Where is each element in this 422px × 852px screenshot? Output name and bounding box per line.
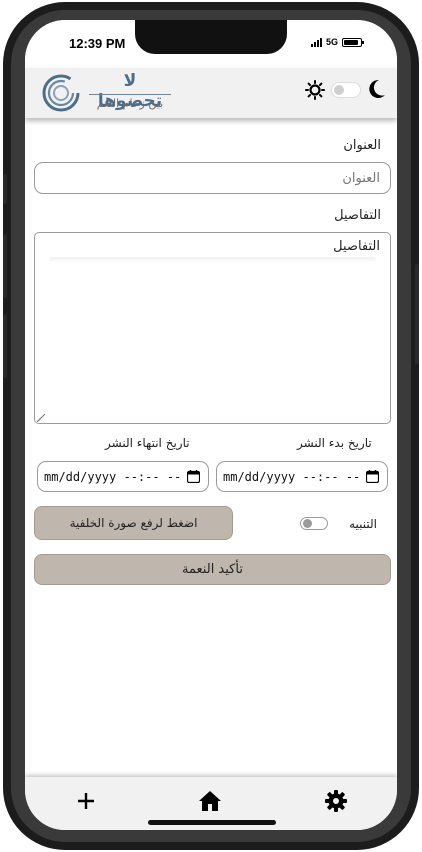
- power-button: [415, 264, 419, 364]
- logo-divider: [89, 94, 171, 95]
- title-label: العنوان: [343, 138, 381, 153]
- upload-background-button[interactable]: اضغط لرفع صورة الخلفية: [34, 506, 233, 540]
- alert-toggle-knob: [303, 519, 312, 528]
- plus-icon[interactable]: [74, 789, 98, 813]
- ring-logo-icon: [42, 74, 80, 112]
- moon-icon[interactable]: [367, 78, 387, 100]
- end-date-value: mm/dd/yyyy --:-- --: [44, 469, 182, 484]
- status-indicators: 5G: [311, 37, 365, 47]
- app-screen: 12:39 PM 5G لا تحصوها بين زحام النعم الع…: [25, 20, 397, 830]
- volume-down-button: [3, 314, 7, 378]
- battery-icon: [342, 37, 365, 47]
- end-date-input[interactable]: mm/dd/yyyy --:-- --: [37, 461, 209, 492]
- start-date-label: تاريخ بدء النشر: [297, 436, 372, 450]
- volume-up-button: [3, 234, 7, 298]
- details-placeholder: التفاصيل: [333, 239, 380, 254]
- resize-grip-icon[interactable]: [37, 414, 45, 422]
- theme-toggle-knob: [334, 85, 344, 95]
- title-input[interactable]: [34, 162, 391, 194]
- alert-toggle[interactable]: [300, 517, 328, 530]
- battery-level: [344, 39, 359, 45]
- home-icon[interactable]: [198, 789, 222, 813]
- details-textarea[interactable]: التفاصيل: [34, 232, 391, 424]
- confirm-button[interactable]: تأكيد النعمة: [34, 554, 391, 585]
- status-time: 12:39 PM: [69, 36, 126, 51]
- sun-icon[interactable]: [305, 80, 325, 100]
- theme-toggle[interactable]: [331, 82, 361, 98]
- end-date-label: تاريخ انتهاء النشر: [105, 436, 190, 450]
- notch: [135, 20, 287, 54]
- alert-label: التنبيه: [349, 517, 377, 531]
- details-label: التفاصيل: [334, 208, 381, 223]
- network-type: 5G: [326, 37, 339, 47]
- status-bar: 12:39 PM 5G: [25, 20, 397, 68]
- start-date-input[interactable]: mm/dd/yyyy --:-- --: [216, 461, 388, 492]
- app-header: لا تحصوها بين زحام النعم: [25, 68, 397, 118]
- textarea-shade: [49, 257, 376, 263]
- calendar-icon[interactable]: [187, 470, 200, 483]
- gear-icon[interactable]: [324, 789, 348, 813]
- signal-icon: [311, 37, 322, 47]
- logo-subtitle: بين زحام النعم: [96, 97, 164, 110]
- mute-switch: [3, 174, 7, 204]
- calendar-icon[interactable]: [366, 470, 379, 483]
- start-date-value: mm/dd/yyyy --:-- --: [223, 469, 361, 484]
- home-indicator[interactable]: [148, 820, 276, 825]
